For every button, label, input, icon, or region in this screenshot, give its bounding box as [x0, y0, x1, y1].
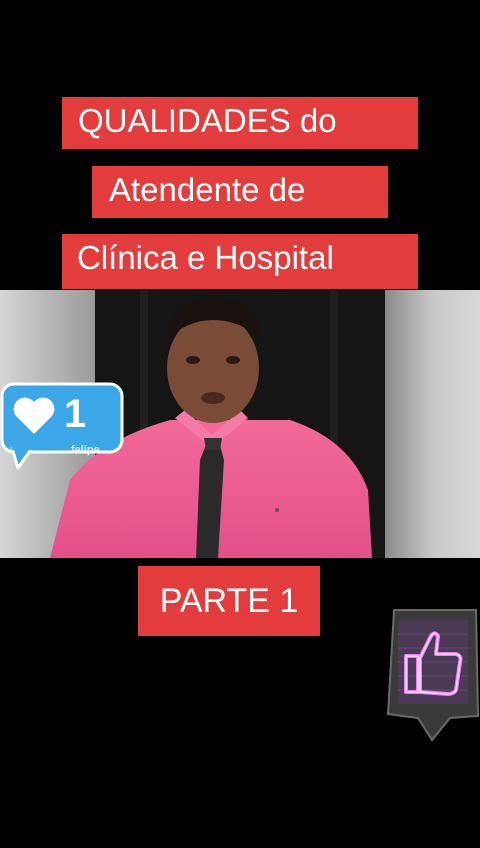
title-line-1: QUALIDADES do — [62, 97, 418, 149]
part-label: PARTE 1 — [138, 566, 320, 636]
heart-icon — [13, 397, 55, 434]
title-line-3: Clínica e Hospital — [62, 234, 418, 289]
like-count: 1 — [64, 392, 87, 436]
thumbs-up-sticker[interactable] — [384, 606, 480, 744]
title-line-2: Atendente de — [92, 166, 388, 218]
thumbs-up-icon — [386, 609, 480, 742]
video-watermark: …felipe — [60, 444, 100, 456]
